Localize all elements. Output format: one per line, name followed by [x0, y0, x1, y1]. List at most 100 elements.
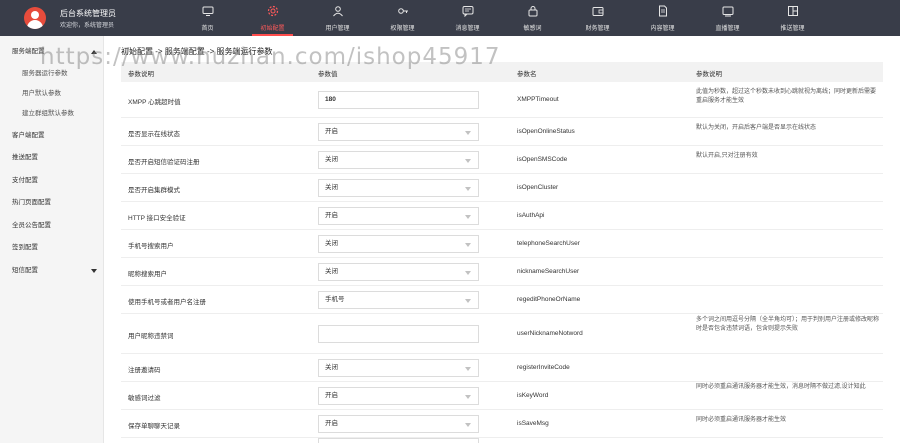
sidebar-item-client-config[interactable]: 客户端配置: [0, 128, 104, 144]
register-method-select[interactable]: 手机号: [318, 291, 479, 309]
chevron-down-icon: [465, 395, 471, 399]
nav-label: 内容管理: [650, 26, 675, 32]
nav-item-content[interactable]: 内容管理: [630, 0, 695, 36]
sidebar-item-group-defaults[interactable]: 建立群组默认参数: [0, 106, 104, 122]
sidebar-item-label: 支付配置: [12, 177, 38, 184]
nav-label: 初始配置: [260, 26, 285, 32]
param-label: 是否开启集群模式: [128, 187, 180, 194]
nav-item-push[interactable]: 推送管理: [760, 0, 825, 36]
param-label: 用户昵称违禁词: [128, 333, 174, 340]
save-msg-select[interactable]: 开启: [318, 415, 479, 433]
nav-item-finance[interactable]: 财务管理: [565, 0, 630, 36]
sidebar-item-announcement-config[interactable]: 全员公告配置: [0, 218, 104, 234]
param-key: isSaveMsg: [517, 420, 549, 427]
header-name: 参数说明: [128, 71, 154, 78]
nav-label: 消息管理: [455, 26, 480, 32]
nav-item-sensitive-words[interactable]: 敏感词: [500, 0, 565, 36]
chevron-down-icon: [465, 131, 471, 135]
online-status-select[interactable]: 开启: [318, 123, 479, 141]
select-value: 开启: [325, 128, 338, 135]
sidebar-item-signin-config[interactable]: 签到配置: [0, 240, 104, 256]
param-description: 此值为秒数，超过这个秒数未收到心跳就视为离线；同时更新后需要重启服务才能生效: [696, 89, 877, 104]
cluster-select[interactable]: 关闭: [318, 179, 479, 197]
sidebar: 服务端配置 服务器运行参数 用户默认参数 建立群组默认参数 客户端配置 推送配置…: [0, 36, 104, 443]
table-row: 保存单聊聊天记录 开启 isSaveMsg 同时必须重启通讯服务器才能生效: [121, 410, 883, 438]
brand-subtitle: 欢迎你，系统管理员: [60, 23, 115, 29]
table-row: XMPP 心跳超时值 180 XMPPTimeout 此值为秒数，超过这个秒数未…: [121, 82, 883, 118]
select-value: 开启: [325, 420, 338, 427]
caret-down-icon: [91, 269, 97, 273]
auth-api-select[interactable]: 开启: [318, 207, 479, 225]
next-row-field[interactable]: [318, 438, 479, 443]
sidebar-item-label: 服务端配置: [12, 48, 45, 55]
xmpp-timeout-input[interactable]: 180: [318, 91, 479, 109]
keyword-filter-select[interactable]: 开启: [318, 387, 479, 405]
param-label: 注册邀请码: [128, 367, 161, 374]
sidebar-item-label: 用户默认参数: [22, 90, 61, 97]
nav-label: 首页: [201, 26, 214, 32]
chevron-down-icon: [465, 243, 471, 247]
main-content: 初始配置 -> 服务端配置 -> 服务端运行参数 参数说明 参数值 参数名 参数…: [104, 36, 900, 443]
sidebar-item-server-params[interactable]: 服务器运行参数: [0, 66, 104, 82]
param-label: 是否开启短信验证码注册: [128, 159, 200, 166]
param-key: isKeyWord: [517, 392, 549, 399]
caret-up-icon: [91, 50, 97, 54]
header-value: 参数值: [318, 71, 338, 78]
sidebar-item-label: 推送配置: [12, 154, 38, 161]
sidebar-item-label: 短信配置: [12, 267, 38, 274]
table-row: 手机号搜索用户 关闭 telephoneSearchUser: [121, 230, 883, 258]
select-value: 关闭: [325, 364, 338, 371]
lock-icon: [528, 6, 537, 17]
sidebar-item-payment-config[interactable]: 支付配置: [0, 173, 104, 189]
user-avatar-icon[interactable]: [24, 7, 46, 29]
table-row: 是否开启集群模式 关闭 isOpenCluster: [121, 174, 883, 202]
table-row: 昵称搜索用户 关闭 nicknameSearchUser: [121, 258, 883, 286]
sidebar-item-server-config[interactable]: 服务端配置: [0, 44, 104, 60]
sidebar-item-hot-page-config[interactable]: 热门页面配置: [0, 195, 104, 211]
header-key: 参数名: [517, 71, 537, 78]
nav-label: 敏感词: [523, 26, 542, 32]
sidebar-item-label: 建立群组默认参数: [22, 110, 74, 117]
sidebar-item-user-defaults[interactable]: 用户默认参数: [0, 86, 104, 102]
table-row: 使用手机号或者用户名注册 手机号 regeditPhoneOrName: [121, 286, 883, 314]
param-key: isOpenSMSCode: [517, 156, 568, 163]
nickname-forbidden-words-input[interactable]: [318, 325, 479, 343]
sms-code-select[interactable]: 关闭: [318, 151, 479, 169]
select-value: 开启: [325, 392, 338, 399]
nav-item-live[interactable]: 直播管理: [695, 0, 760, 36]
sidebar-item-push-config[interactable]: 推送配置: [0, 150, 104, 166]
table-row: 用户昵称违禁词 userNicknameNotword 多个词之间用逗号分隔（全…: [121, 314, 883, 354]
brand: 后台系统管理员 欢迎你，系统管理员: [0, 0, 160, 36]
param-key: userNicknameNotword: [517, 330, 583, 337]
nav-item-initial-config[interactable]: 初始配置: [240, 0, 305, 36]
brand-title: 后台系统管理员: [60, 9, 116, 18]
gear-icon: [267, 5, 278, 17]
message-icon: [462, 6, 473, 17]
table-row: 是否显示在线状态 开启 isOpenOnlineStatus 默认为关闭，开启后…: [121, 118, 883, 146]
nav-label: 权限管理: [390, 26, 415, 32]
nav-item-home[interactable]: 首页: [175, 0, 240, 36]
table-header: 参数说明 参数值 参数名 参数说明: [121, 62, 883, 82]
user-icon: [332, 6, 343, 17]
param-description: 默认为关闭，开启后客户端是否显示在线状态: [696, 125, 817, 131]
sidebar-item-label: 全员公告配置: [12, 222, 51, 229]
nav-item-permission[interactable]: 权限管理: [370, 0, 435, 36]
chevron-down-icon: [465, 187, 471, 191]
nav-label: 直播管理: [715, 26, 740, 32]
telephone-search-select[interactable]: 关闭: [318, 235, 479, 253]
select-value: 关闭: [325, 268, 338, 275]
param-label: 保存单聊聊天记录: [128, 423, 180, 430]
nav-label: 推送管理: [780, 26, 805, 32]
param-description: 同时必须重启通讯服务器才能生效，消息时隔不做过滤,设计知此: [696, 384, 866, 390]
nav-item-message[interactable]: 消息管理: [435, 0, 500, 36]
nickname-search-select[interactable]: 关闭: [318, 263, 479, 281]
invite-code-select[interactable]: 关闭: [318, 359, 479, 377]
param-label: 使用手机号或者用户名注册: [128, 299, 206, 306]
param-key: isOpenOnlineStatus: [517, 128, 575, 135]
param-key: telephoneSearchUser: [517, 240, 580, 247]
chevron-down-icon: [465, 423, 471, 427]
sidebar-item-sms-config[interactable]: 短信配置: [0, 263, 104, 279]
table-row: 是否开启短信验证码注册 关闭 isOpenSMSCode 默认开启,只对注册有效: [121, 146, 883, 174]
header-desc: 参数说明: [696, 71, 722, 78]
nav-item-user-management[interactable]: 用户管理: [305, 0, 370, 36]
